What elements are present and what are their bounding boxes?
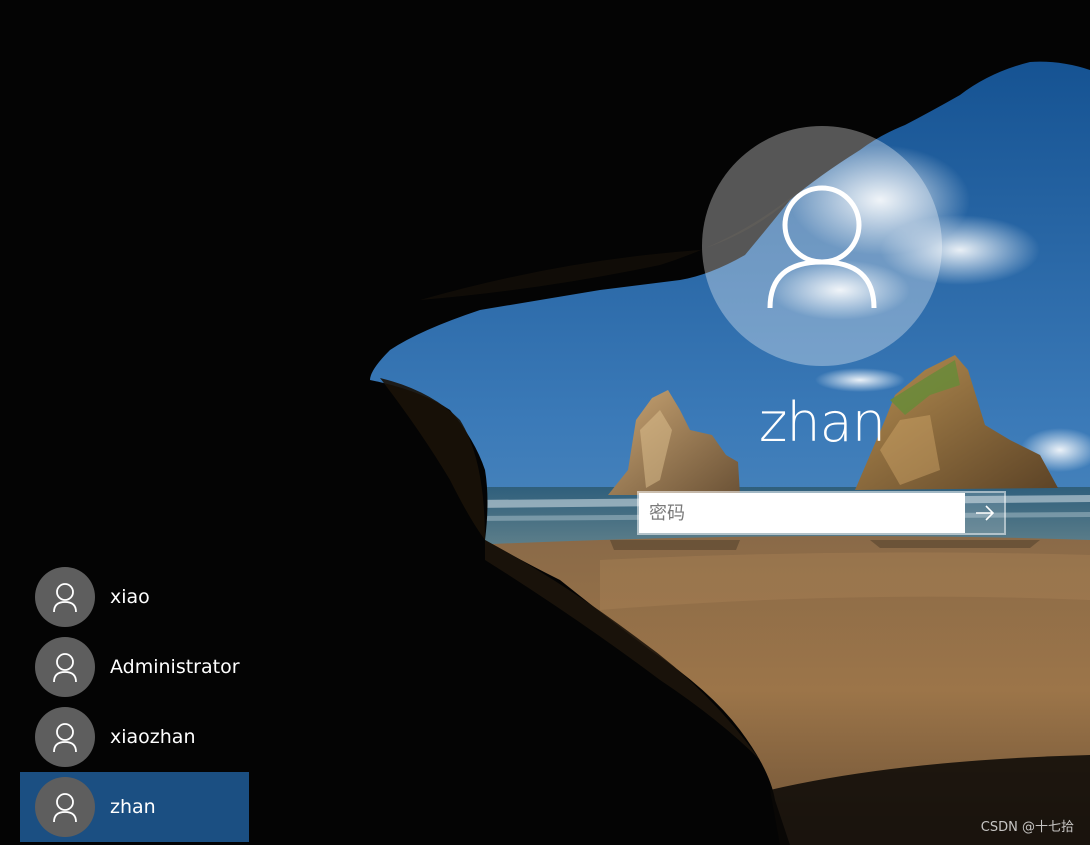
avatar [35,707,95,767]
avatar [35,637,95,697]
user-list-item-label: xiao [110,586,150,608]
user-icon [53,583,77,613]
avatar [35,777,95,837]
avatar [35,567,95,627]
password-submit-button[interactable] [965,493,1004,533]
user-list-item-label: xiaozhan [110,726,196,748]
user-list-item-label: Administrator [110,656,240,678]
user-list-item-xiao[interactable]: xiao [20,562,249,632]
watermark: CSDN @十七拾 [980,820,1074,835]
current-user-name: zhan [759,391,886,454]
user-list: xiao Administrator xiaozhan zhan [20,562,249,842]
user-list-item-zhan[interactable]: zhan [20,772,249,842]
user-icon [53,723,77,753]
user-list-item-label: zhan [110,796,156,818]
user-list-item-xiaozhan[interactable]: xiaozhan [20,702,249,772]
user-icon [53,793,77,823]
user-list-item-administrator[interactable]: Administrator [20,632,249,702]
current-user-avatar [702,126,942,366]
user-icon [53,653,77,683]
user-icon [767,185,877,309]
arrow-right-icon [975,505,994,521]
password-box [637,491,1006,535]
password-input[interactable] [639,493,965,533]
